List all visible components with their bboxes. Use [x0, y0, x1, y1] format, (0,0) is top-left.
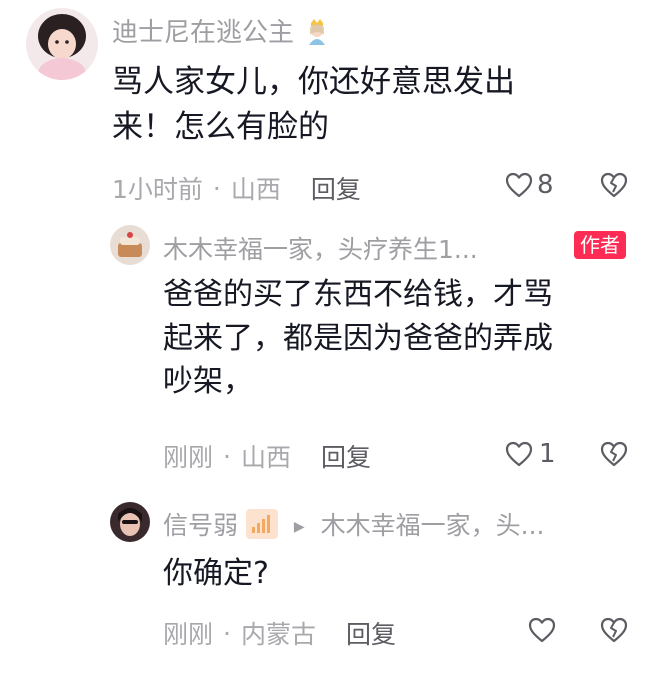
- avatar[interactable]: [26, 8, 98, 80]
- heart-icon: [505, 172, 533, 198]
- avatar[interactable]: [110, 225, 150, 265]
- broken-heart-icon: [600, 172, 628, 198]
- like-button[interactable]: 8: [505, 170, 554, 200]
- comment-content: 你确定?: [163, 556, 269, 591]
- avatar-image: [26, 8, 98, 80]
- comment-content: 骂人家女儿，你还好意思发出 来！怎么有脸的: [112, 64, 515, 145]
- like-count: 8: [537, 170, 554, 200]
- avatar[interactable]: [110, 502, 150, 542]
- timestamp: 1小时前: [112, 175, 203, 204]
- heart-icon: [528, 617, 556, 643]
- username[interactable]: 信号弱 ▶ 木木幸福一家，头...: [163, 506, 545, 545]
- comment-content: 爸爸的买了东西不给钱，才骂 起来了，都是因为爸爸的弄成 吵架，: [163, 277, 553, 399]
- location: 内蒙古: [240, 620, 316, 649]
- location: 山西: [230, 175, 281, 204]
- avatar-image: [110, 225, 150, 265]
- like-button[interactable]: [528, 617, 556, 643]
- princess-emoji-icon: [302, 15, 332, 52]
- like-count: 1: [539, 439, 556, 469]
- reply-button[interactable]: 回复: [346, 615, 396, 651]
- avatar-image: [110, 502, 150, 542]
- reply-button[interactable]: 回复: [311, 170, 361, 206]
- location: 山西: [240, 443, 291, 472]
- reply-item: 木木幸福一家，头疗养生1... 作者 爸爸的买了东西不给钱，才骂 起来了，都是因…: [0, 215, 660, 485]
- comment-meta: 1小时前 · 山西 回复: [112, 170, 361, 206]
- comment-meta: 刚刚 · 山西 回复: [163, 438, 371, 474]
- author-badge: 作者: [574, 231, 626, 259]
- dislike-button[interactable]: [600, 617, 628, 643]
- comment-meta: 刚刚 · 内蒙古 回复: [163, 615, 396, 651]
- heart-icon: [505, 441, 533, 467]
- broken-heart-icon: [600, 617, 628, 643]
- reply-to-username[interactable]: 木木幸福一家，头...: [321, 511, 545, 540]
- dislike-button[interactable]: [600, 441, 628, 467]
- broken-heart-icon: [600, 441, 628, 467]
- timestamp: 刚刚: [163, 443, 214, 472]
- signal-bars-icon: [245, 509, 278, 545]
- reply-item: 信号弱 ▶ 木木幸福一家，头... 你确定? 刚刚 · 内蒙古 回复: [0, 490, 660, 673]
- dislike-button[interactable]: [600, 172, 628, 198]
- like-button[interactable]: 1: [505, 439, 556, 469]
- username[interactable]: 迪士尼在逃公主: [112, 12, 332, 52]
- reply-button[interactable]: 回复: [321, 438, 371, 474]
- username[interactable]: 木木幸福一家，头疗养生1...: [163, 230, 478, 266]
- timestamp: 刚刚: [163, 620, 214, 649]
- reply-arrow-icon: ▶: [293, 519, 305, 535]
- comment-item: 迪士尼在逃公主 骂人家女儿，你还好意思发出 来！怎么有脸的 1小时前 · 山西 …: [0, 0, 660, 215]
